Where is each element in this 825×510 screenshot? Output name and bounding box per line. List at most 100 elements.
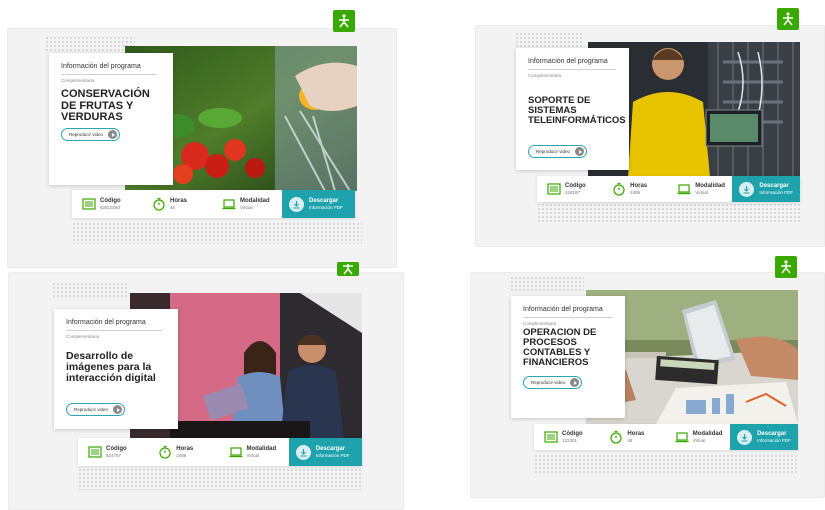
program-card-1: Información del programa Complementaria … [7, 28, 397, 268]
barcode-icon [544, 431, 558, 443]
codigo-cell: Código 228197 [537, 176, 602, 202]
program-info-panel: Información del programa Complementaria … [516, 48, 629, 170]
program-details-bar: Código 122301 Horas 48 Modalidad Virtual De… [534, 424, 798, 450]
program-title: Desarrollo de imágenes para la interacci… [66, 350, 156, 385]
play-video-button[interactable]: Reproducir video [528, 145, 588, 158]
play-icon [108, 130, 118, 139]
modalidad-cell: Modalidad Virtual [665, 424, 730, 450]
program-title: OPERACION DE PROCESOS CONTABLES Y FINANC… [523, 327, 597, 368]
sena-logo-icon [333, 10, 355, 32]
play-video-label: Reproducir video [531, 380, 566, 385]
laptop-icon [229, 447, 242, 458]
play-video-button[interactable]: Reproducir video [523, 376, 583, 389]
horas-value: 48 [627, 438, 633, 443]
sena-logo-icon [775, 256, 797, 278]
codigo-cell: Código 122301 [534, 424, 599, 450]
download-pdf-icon [737, 429, 753, 445]
codigo-value: 524797 [106, 453, 122, 458]
download-pdf-button[interactable]: Descargar Información PDF [282, 190, 355, 218]
sena-logo-icon [777, 8, 799, 30]
dot-pattern [537, 203, 802, 223]
modalidad-label: Modalidad [695, 183, 725, 189]
horas-value: 2496 [176, 453, 187, 458]
program-type: Complementaria [66, 334, 100, 339]
download-pdf-button[interactable]: Descargar Información PDF [732, 176, 801, 202]
program-card-2: Información del programa Complementaria … [475, 25, 825, 247]
modalidad-value: Virtual [692, 438, 706, 443]
sena-logo-icon [337, 262, 359, 276]
codigo-label: Código [100, 198, 121, 204]
info-label: Información del programa [61, 63, 141, 70]
download-label: Descargar [315, 446, 346, 452]
modalidad-label: Modalidad [246, 446, 277, 452]
program-card-3: Información del programa Complementaria … [8, 272, 404, 510]
play-video-label: Reproducir video [536, 149, 571, 154]
divider [523, 317, 613, 318]
horas-cell: Horas 48 [599, 424, 664, 450]
codigo-label: Código [106, 446, 127, 452]
barcode-icon [82, 198, 96, 210]
play-video-button[interactable]: Reproducir video [66, 403, 126, 416]
horas-cell: Horas 48 [142, 190, 212, 218]
play-video-button[interactable]: Reproducir video [61, 128, 121, 141]
codigo-value: 228197 [565, 190, 581, 195]
download-sub: Información PDF [759, 190, 794, 195]
info-label: Información del programa [66, 319, 146, 326]
horas-label: Horas [170, 198, 188, 204]
modalidad-label: Modalidad [240, 198, 270, 204]
divider [61, 74, 157, 75]
program-card-4: Información del programa Complementaria … [470, 272, 825, 498]
modalidad-label: Modalidad [692, 431, 723, 437]
laptop-icon [675, 432, 689, 443]
barcode-icon [547, 183, 561, 195]
program-details-bar: Código 524797 Horas 2496 Modalidad Virtual … [78, 438, 363, 466]
download-pdf-icon [295, 444, 311, 460]
download-pdf-button[interactable]: Descargar Información PDF [730, 424, 798, 450]
codigo-label: Código [562, 431, 583, 437]
program-info-panel: Información del programa Complementaria … [54, 309, 178, 429]
program-type: Complementaria [523, 321, 557, 326]
download-pdf-button[interactable]: Descargar Información PDF [288, 438, 363, 466]
download-label: Descargar [757, 431, 787, 437]
dot-pattern [52, 282, 128, 298]
download-sub: Información PDF [757, 438, 791, 443]
program-info-panel: Información del programa Complementaria … [49, 53, 173, 185]
download-label: Descargar [309, 198, 339, 204]
play-video-label: Reproducir video [74, 407, 109, 412]
modalidad-value: Virtual [695, 190, 708, 195]
codigo-label: Código [565, 183, 586, 189]
modalidad-cell: Modalidad Virtual [219, 438, 289, 466]
dot-pattern [72, 222, 362, 244]
codigo-cell: Código 92810260 [72, 190, 142, 218]
stopwatch-icon [613, 182, 625, 196]
program-info-panel: Información del programa Complementaria … [511, 296, 625, 418]
program-title: CONSERVACIÓN DE FRUTAS Y VERDURAS [61, 88, 150, 124]
horas-value: 2496 [630, 190, 641, 195]
divider [66, 330, 162, 331]
horas-label: Horas [630, 183, 648, 189]
program-type: Complementaria [528, 73, 562, 78]
modalidad-value: Virtual [240, 205, 253, 210]
play-icon [113, 405, 123, 414]
stopwatch-icon [159, 445, 171, 459]
program-details-bar: Código 92810260 Horas 48 Modalidad Virtual … [72, 190, 355, 218]
dot-pattern [534, 454, 799, 474]
horas-label: Horas [627, 431, 645, 437]
dot-pattern [45, 36, 135, 52]
horas-label: Horas [176, 446, 194, 452]
codigo-value: 92810260 [100, 205, 121, 210]
modalidad-value: Virtual [246, 453, 260, 458]
download-pdf-icon [739, 181, 755, 197]
horas-cell: Horas 2496 [602, 176, 667, 202]
download-sub: Información PDF [309, 205, 343, 210]
info-label: Información del programa [528, 58, 608, 65]
codigo-cell: Código 524797 [78, 438, 148, 466]
modalidad-cell: Modalidad Virtual [667, 176, 732, 202]
stopwatch-icon [153, 197, 165, 211]
codigo-value: 122301 [562, 438, 578, 443]
download-sub: Información PDF [315, 453, 350, 458]
program-details-bar: Código 228197 Horas 2496 Modalidad Virtual … [537, 176, 801, 202]
play-icon [570, 378, 580, 387]
info-label: Información del programa [523, 306, 603, 313]
play-video-label: Reproducir video [69, 132, 104, 137]
